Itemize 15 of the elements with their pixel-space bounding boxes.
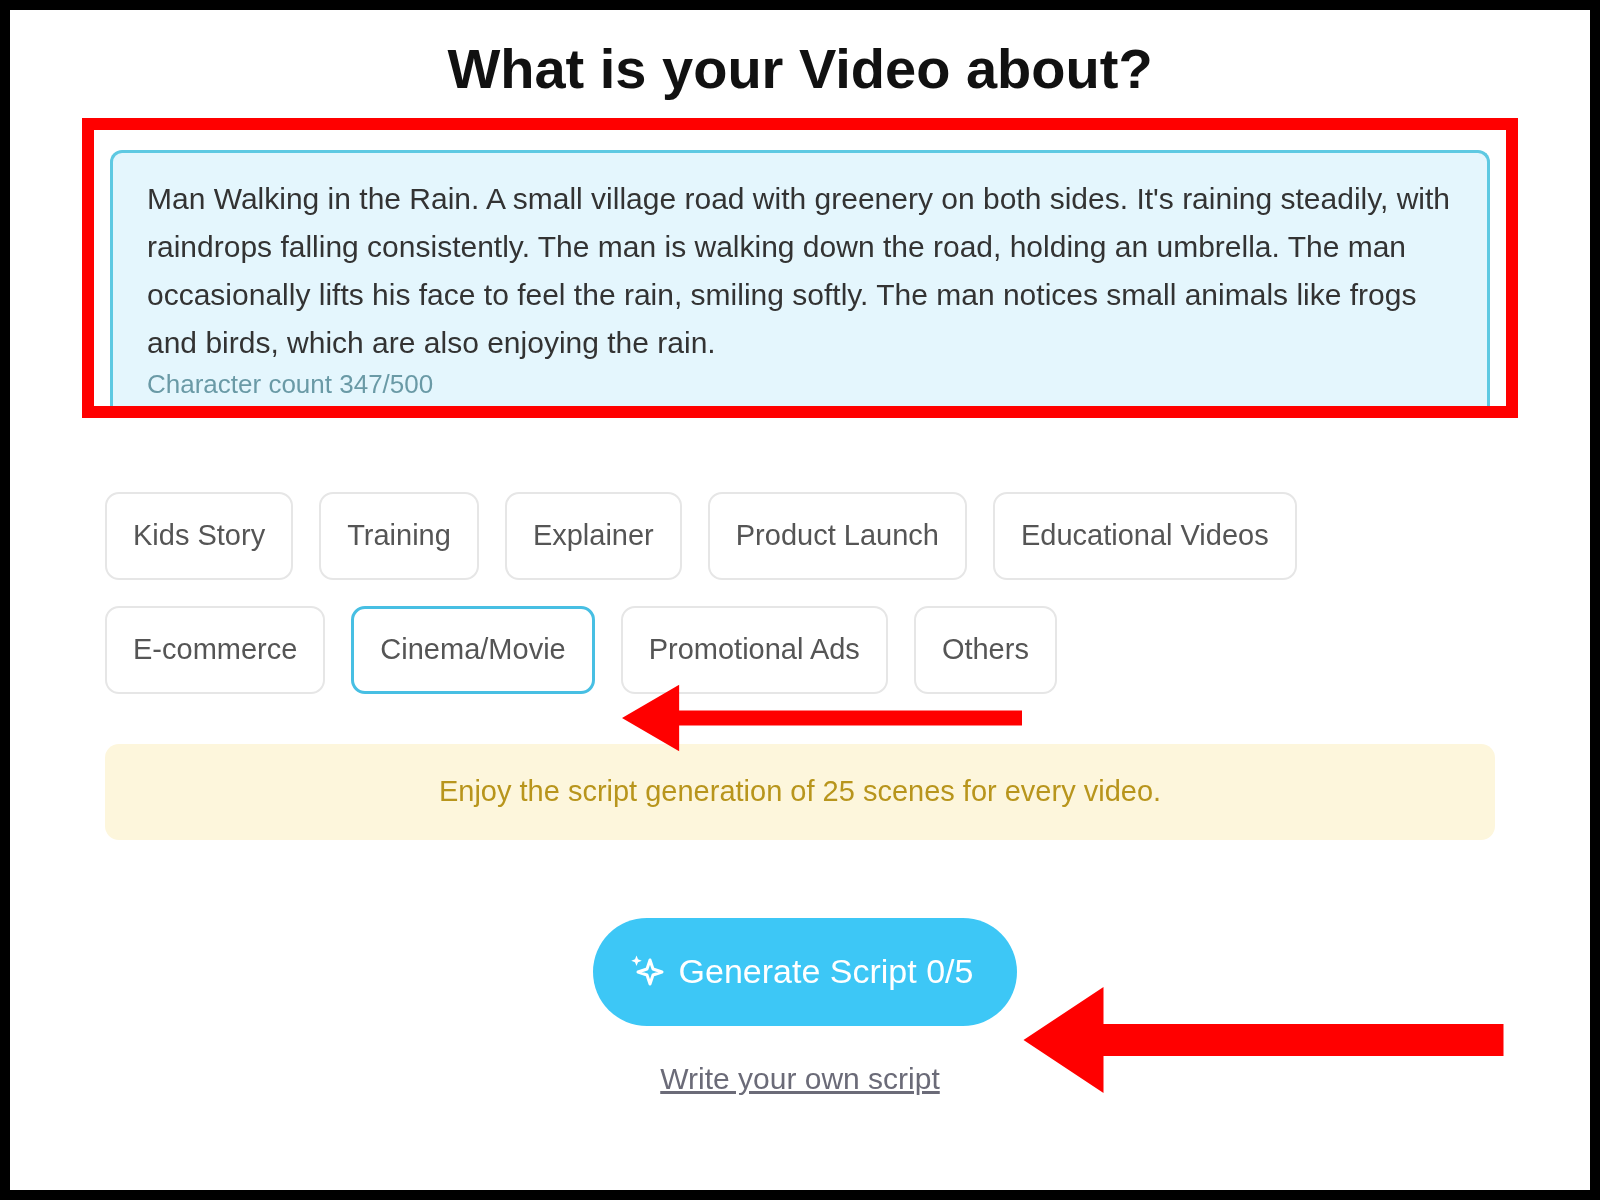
notice-banner: Enjoy the script generation of 25 scenes for every video. bbox=[105, 743, 1495, 840]
character-count: Character count 347/500 bbox=[147, 368, 435, 400]
description-text: Man Walking in the Rain. A small village road with greenery on both sides. It's raining steadily, with raindrops falling consistently. The man is walking down the road, holding an umbrella. The man occasionally lifts his face to feel the rain, smiling softly. The man notices small animals like frogs and birds, which are also enjoying the rain. bbox=[147, 180, 1452, 361]
category-chip[interactable]: Educational Videos bbox=[992, 491, 1297, 580]
category-chip[interactable]: E-commerce bbox=[105, 605, 326, 694]
category-chip[interactable]: Kids Story bbox=[105, 491, 294, 580]
description-field[interactable] bbox=[110, 149, 1490, 406]
category-chip[interactable]: Training bbox=[319, 491, 479, 580]
category-chip[interactable]: Product Launch bbox=[707, 491, 967, 580]
category-chip[interactable]: Cinema/Movie bbox=[351, 605, 595, 694]
category-chip[interactable]: Others bbox=[913, 605, 1057, 694]
write-script-link[interactable]: Write your own script bbox=[660, 1061, 940, 1096]
page-title: What is your Video about? bbox=[447, 38, 1153, 100]
category-chip[interactable]: Explainer bbox=[504, 491, 682, 580]
category-chip[interactable]: Promotional Ads bbox=[620, 605, 888, 694]
